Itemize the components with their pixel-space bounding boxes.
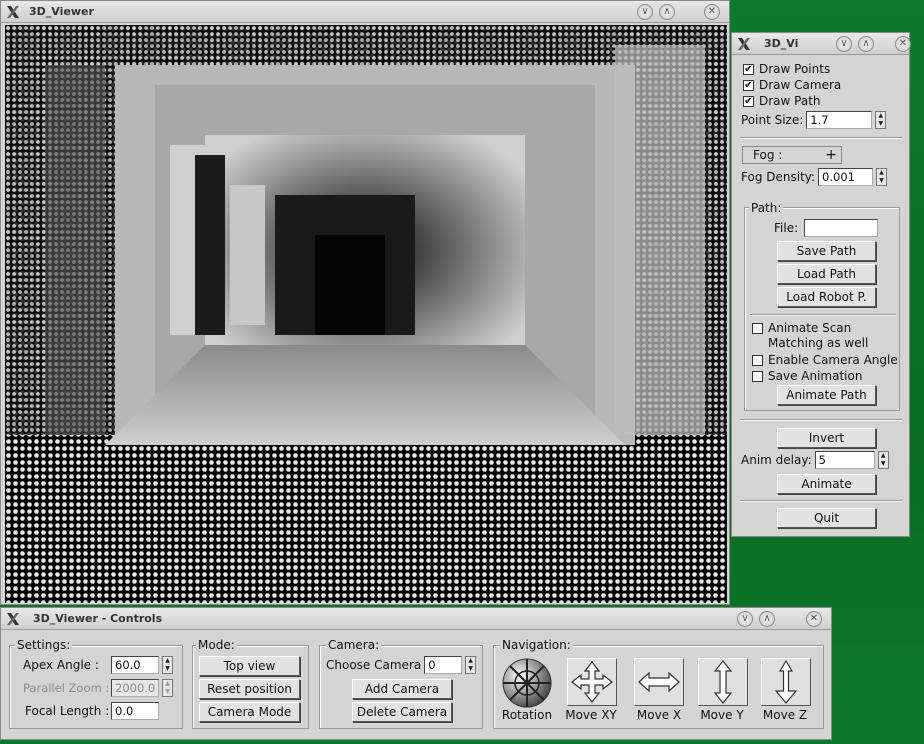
matching-label: Matching as well: [768, 336, 869, 350]
checkbox-icon[interactable]: ✔: [743, 95, 754, 107]
fog-selector[interactable]: Fog : +: [742, 146, 842, 164]
point-cloud-render: [5, 25, 727, 603]
camera-mode-button[interactable]: Camera Mode: [199, 702, 300, 722]
parallel-zoom-input: 2000.0: [111, 679, 159, 697]
x-logo-icon: [738, 38, 750, 50]
controls-window: 3D_Viewer - Controls ∨ ∧ ✕ Settings: Ape…: [0, 607, 832, 740]
invert-button[interactable]: Invert: [777, 428, 876, 448]
checkbox-icon[interactable]: [752, 354, 763, 366]
point-size-input[interactable]: 1.7: [806, 111, 873, 129]
mode-label: Mode:: [196, 638, 237, 652]
checkbox-icon[interactable]: [752, 370, 763, 382]
move-z-button[interactable]: [761, 658, 811, 706]
quit-button[interactable]: Quit: [777, 508, 876, 528]
top-view-button[interactable]: Top view: [199, 656, 300, 676]
maximize-icon[interactable]: ∧: [759, 611, 775, 627]
path-group-label: Path:: [749, 201, 784, 215]
checkbox-icon[interactable]: ✔: [743, 63, 754, 75]
fog-density-input[interactable]: 0.001: [818, 168, 874, 186]
anim-delay-input[interactable]: 5: [814, 451, 875, 469]
move-x-button[interactable]: [634, 658, 684, 706]
maximize-icon[interactable]: ∧: [858, 36, 874, 52]
apex-angle-input[interactable]: 60.0: [111, 656, 159, 674]
checkbox-icon[interactable]: ✔: [743, 79, 754, 91]
spin-arrows-icon[interactable]: ▲ ▼: [877, 451, 889, 469]
spin-arrows-icon: ▲ ▼: [162, 679, 173, 697]
add-camera-button[interactable]: Add Camera: [352, 679, 452, 699]
spin-arrows-icon[interactable]: ▲ ▼: [162, 656, 173, 674]
choose-camera-input[interactable]: 0: [424, 656, 463, 674]
move-xy-icon: [571, 661, 613, 703]
delete-camera-button[interactable]: Delete Camera: [352, 702, 452, 722]
spin-arrows-icon[interactable]: ▲ ▼: [876, 168, 888, 186]
3d-viewport[interactable]: [5, 25, 727, 603]
minimize-icon[interactable]: ∨: [836, 36, 852, 52]
camera-label: Camera:: [326, 638, 382, 652]
divider: [740, 419, 903, 421]
focal-length-label: Focal Length :: [25, 704, 110, 718]
choose-camera-label: Choose Camera: [326, 658, 422, 672]
controls-titlebar[interactable]: 3D_Viewer - Controls ∨ ∧ ✕: [1, 608, 831, 630]
divider: [740, 500, 903, 502]
draw-points-checkbox[interactable]: ✔ Draw Points: [743, 62, 830, 76]
move-x-icon: [638, 671, 680, 693]
minimize-icon[interactable]: ∨: [737, 611, 753, 627]
move-z-label: Move Z: [762, 708, 808, 722]
divider: [750, 314, 896, 316]
move-z-icon: [774, 659, 798, 704]
viewer-panel-window: 3D_Vi ∨ ∧ ✕ ✔ Draw Points ✔ Draw Camera ✔ D…: [731, 32, 911, 537]
close-icon[interactable]: ✕: [895, 36, 911, 52]
fog-density-label: Fog Density:: [741, 170, 816, 184]
viewer-title: 3D_Viewer: [29, 5, 94, 18]
point-size-label: Point Size:: [741, 113, 804, 127]
divider: [740, 137, 903, 139]
apex-angle-label: Apex Angle :: [23, 658, 99, 672]
rotation-ball-icon: [502, 658, 552, 708]
file-input[interactable]: [804, 219, 879, 237]
focal-length-input[interactable]: 0.0: [111, 702, 159, 720]
rotation-control[interactable]: [501, 657, 553, 709]
spin-arrows-icon[interactable]: ▲ ▼: [875, 111, 887, 129]
animate-button[interactable]: Animate: [777, 474, 876, 494]
save-path-button[interactable]: Save Path: [777, 241, 876, 261]
move-y-button[interactable]: [698, 658, 748, 706]
checkbox-icon[interactable]: [752, 322, 763, 334]
settings-label: Settings:: [15, 638, 73, 652]
viewer-titlebar[interactable]: 3D_Viewer ∨ ∧ ✕: [1, 1, 729, 23]
navigation-label: Navigation:: [500, 638, 573, 652]
controls-title: 3D_Viewer - Controls: [33, 612, 163, 625]
enable-camera-angle-checkbox[interactable]: Enable Camera Angle: [752, 353, 898, 367]
close-icon[interactable]: ✕: [704, 4, 720, 20]
reset-position-button[interactable]: Reset position: [199, 679, 300, 699]
animate-path-button[interactable]: Animate Path: [777, 385, 876, 405]
move-xy-button[interactable]: [567, 658, 617, 706]
anim-delay-label: Anim delay:: [741, 453, 812, 467]
maximize-icon[interactable]: ∧: [659, 4, 675, 20]
move-y-icon: [713, 660, 733, 704]
draw-camera-checkbox[interactable]: ✔ Draw Camera: [743, 78, 841, 92]
load-path-button[interactable]: Load Path: [777, 264, 876, 284]
spin-arrows-icon[interactable]: ▲ ▼: [465, 656, 477, 674]
x-logo-icon: [7, 6, 19, 18]
animate-scan-checkbox[interactable]: Animate Scan: [752, 321, 851, 335]
panel-title: 3D_Vi: [764, 37, 799, 50]
plus-icon[interactable]: +: [825, 147, 837, 163]
viewer-window: 3D_Viewer ∨ ∧ ✕: [0, 0, 730, 605]
close-icon[interactable]: ✕: [806, 611, 822, 627]
parallel-zoom-label: Parallel Zoom :: [23, 681, 110, 695]
load-robot-path-button[interactable]: Load Robot P.: [777, 287, 876, 307]
save-animation-checkbox[interactable]: Save Animation: [752, 369, 862, 383]
minimize-icon[interactable]: ∨: [637, 4, 653, 20]
move-xy-label: Move XY: [565, 708, 617, 722]
panel-titlebar[interactable]: 3D_Vi ∨ ∧ ✕: [732, 33, 911, 55]
move-x-label: Move X: [636, 708, 682, 722]
rotation-label: Rotation: [501, 708, 553, 722]
draw-path-checkbox[interactable]: ✔ Draw Path: [743, 94, 821, 108]
x-logo-icon: [7, 613, 19, 625]
file-label: File:: [774, 221, 799, 235]
move-y-label: Move Y: [700, 708, 744, 722]
